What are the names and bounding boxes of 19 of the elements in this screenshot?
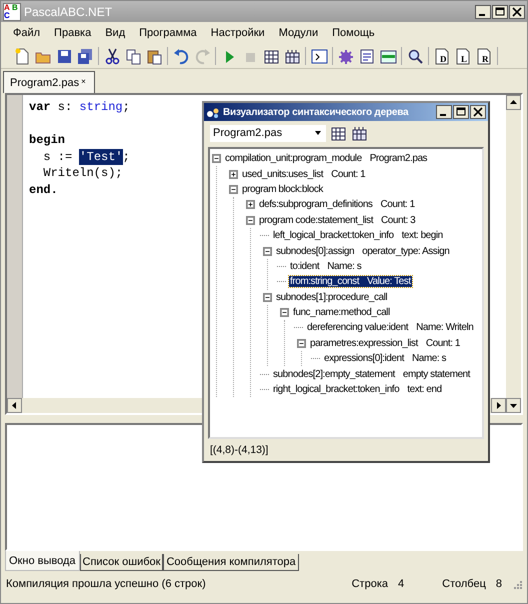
code-token: ;: [122, 148, 130, 166]
line-label: Строка: [352, 578, 388, 590]
window-title: Визуализатор синтаксического дерева: [223, 106, 410, 118]
code-token: string: [79, 99, 123, 116]
code-token: ;: [122, 99, 130, 116]
code-token: var: [29, 99, 51, 116]
code-token: begin: [29, 132, 66, 149]
app-logo: A B C: [3, 2, 21, 20]
column-label: Столбец: [442, 578, 486, 590]
line-number: 4: [398, 578, 404, 590]
window-title: PascalABC.NET: [24, 4, 114, 18]
selection-range: [(4,8)-(4,13)]: [209, 443, 270, 458]
selected-code: 'Test': [79, 148, 123, 166]
code-token: Writeln(s);: [42, 165, 123, 182]
status-message: Компиляция прошла успешно (6 строк): [6, 578, 207, 590]
code-token: end.: [29, 182, 58, 199]
column-number: 8: [496, 578, 502, 590]
code-token: s :=: [42, 148, 74, 166]
code-token: s:: [56, 99, 74, 116]
